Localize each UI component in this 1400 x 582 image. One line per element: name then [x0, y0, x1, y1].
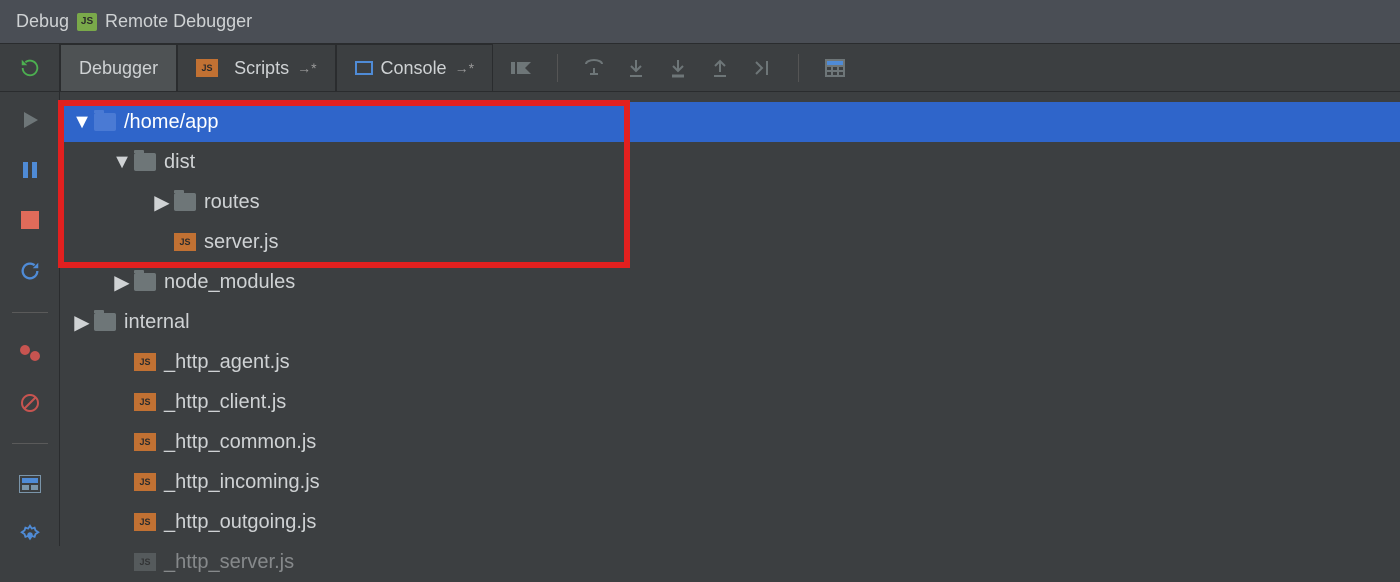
evaluate-expression-button[interactable] — [821, 54, 849, 82]
chevron-right-icon: ▶ — [150, 190, 174, 215]
tree-label: _http_outgoing.js — [164, 511, 316, 534]
tab-label: Debugger — [79, 58, 158, 79]
run-to-cursor-icon — [752, 58, 772, 78]
step-over-icon — [584, 58, 604, 78]
arrow-right-icon: →* — [297, 60, 316, 76]
js-file-icon: JS — [196, 59, 218, 77]
chevron-down-icon: ▼ — [70, 111, 94, 134]
view-breakpoints-button[interactable] — [15, 343, 45, 363]
tree-label: _http_client.js — [164, 391, 286, 414]
tree-row-folder[interactable]: ▼ dist — [60, 142, 1400, 182]
tree-label: _http_server.js — [164, 551, 294, 574]
show-execution-point-button[interactable] — [507, 54, 535, 82]
folder-icon — [134, 153, 156, 171]
run-to-cursor-button[interactable] — [748, 54, 776, 82]
layout-settings-button[interactable] — [15, 474, 45, 494]
debug-panel-title: Debug — [16, 11, 69, 32]
step-into-button[interactable] — [622, 54, 650, 82]
calculator-icon — [825, 59, 845, 77]
tree-row-folder[interactable]: ▶ node_modules — [60, 262, 1400, 302]
rerun-icon — [19, 57, 41, 79]
separator — [798, 54, 799, 82]
js-file-icon: JS — [134, 353, 156, 371]
folder-icon — [94, 113, 116, 131]
chevron-down-icon: ▼ — [110, 151, 134, 174]
debug-gutter — [0, 92, 60, 546]
run-config-name: Remote Debugger — [105, 11, 252, 32]
force-step-into-button[interactable] — [664, 54, 692, 82]
tab-debugger[interactable]: Debugger — [60, 44, 177, 91]
main-area: ▼ /home/app ▼ dist ▶ routes JS server.js — [0, 92, 1400, 546]
js-file-icon: JS — [134, 473, 156, 491]
gutter-separator — [12, 312, 48, 313]
folder-icon — [94, 313, 116, 331]
debugger-toolbar: Debugger JS Scripts →* Console →* — [0, 44, 1400, 92]
js-file-icon: JS — [134, 393, 156, 411]
js-run-config-icon: JS — [77, 13, 97, 31]
pause-button[interactable] — [15, 160, 45, 180]
tree-row-file[interactable]: JS _http_common.js — [60, 422, 1400, 462]
force-step-into-icon — [669, 58, 687, 78]
pause-icon — [21, 160, 39, 180]
stop-icon — [21, 211, 39, 229]
title-bar: Debug JS Remote Debugger — [0, 0, 1400, 44]
tree-row-folder[interactable]: ▶ routes — [60, 182, 1400, 222]
gear-icon — [19, 524, 41, 546]
tab-scripts[interactable]: JS Scripts →* — [177, 44, 335, 91]
resume-button[interactable] — [15, 110, 45, 130]
scripts-tree-panel: ▼ /home/app ▼ dist ▶ routes JS server.js — [60, 92, 1400, 546]
tree-row-folder[interactable]: ▶ internal — [60, 302, 1400, 342]
execution-point-icon — [511, 60, 531, 76]
tree-label: /home/app — [124, 111, 219, 134]
play-icon — [21, 110, 39, 130]
tree-row-root[interactable]: ▼ /home/app — [60, 102, 1400, 142]
chevron-right-icon: ▶ — [70, 310, 94, 335]
chevron-right-icon: ▶ — [110, 270, 134, 295]
tab-label: Console — [381, 58, 447, 79]
separator — [557, 54, 558, 82]
tree-row-file[interactable]: JS _http_server.js — [60, 542, 1400, 582]
step-out-button[interactable] — [706, 54, 734, 82]
tree-label: routes — [204, 191, 260, 214]
tree-row-file[interactable]: JS _http_outgoing.js — [60, 502, 1400, 542]
arrow-right-icon: →* — [455, 60, 474, 76]
refresh-icon — [19, 260, 41, 282]
layout-icon — [19, 475, 41, 493]
tree-label: internal — [124, 311, 190, 334]
tree-label: _http_common.js — [164, 431, 316, 454]
gutter-separator — [12, 443, 48, 444]
stop-button[interactable] — [15, 210, 45, 230]
scripts-tree: ▼ /home/app ▼ dist ▶ routes JS server.js — [60, 102, 1400, 582]
tree-label: _http_incoming.js — [164, 471, 320, 494]
js-file-icon: JS — [134, 513, 156, 531]
mute-icon — [20, 393, 40, 413]
breakpoints-icon — [19, 344, 41, 362]
step-controls — [493, 44, 849, 91]
restart-frame-button[interactable] — [15, 260, 45, 282]
tab-label: Scripts — [234, 58, 289, 79]
console-icon — [355, 61, 373, 75]
tree-row-file[interactable]: JS server.js — [60, 222, 1400, 262]
js-file-icon: JS — [134, 433, 156, 451]
debugger-tabs: Debugger JS Scripts →* Console →* — [60, 44, 493, 91]
rerun-button[interactable] — [0, 44, 60, 91]
step-over-button[interactable] — [580, 54, 608, 82]
step-out-icon — [711, 58, 729, 78]
tree-label: dist — [164, 151, 195, 174]
step-into-icon — [627, 58, 645, 78]
js-file-icon: JS — [134, 553, 156, 571]
settings-button[interactable] — [15, 524, 45, 546]
tree-label: _http_agent.js — [164, 351, 290, 374]
tree-row-file[interactable]: JS _http_incoming.js — [60, 462, 1400, 502]
tree-row-file[interactable]: JS _http_client.js — [60, 382, 1400, 422]
tree-label: node_modules — [164, 271, 295, 294]
mute-breakpoints-button[interactable] — [15, 393, 45, 413]
tree-row-file[interactable]: JS _http_agent.js — [60, 342, 1400, 382]
tab-console[interactable]: Console →* — [336, 44, 494, 91]
js-file-icon: JS — [174, 233, 196, 251]
folder-icon — [134, 273, 156, 291]
folder-icon — [174, 193, 196, 211]
tree-label: server.js — [204, 231, 278, 254]
